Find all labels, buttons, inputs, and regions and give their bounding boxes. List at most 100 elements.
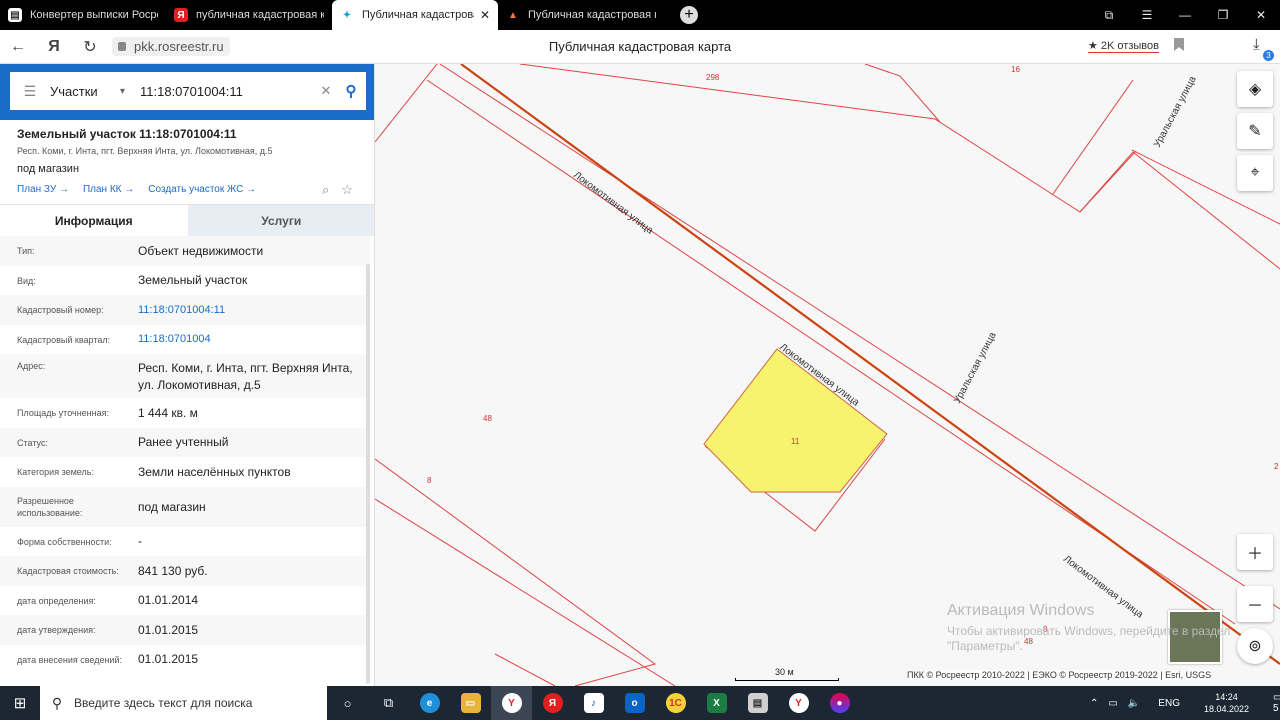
parcel-number: 298 [706, 73, 720, 82]
search-icon[interactable]: ⚲ [336, 82, 366, 100]
table-row: Тип: Объект недвижимости [0, 236, 370, 266]
yandex-logo-icon[interactable]: Я [36, 38, 72, 56]
row-value: 01.01.2014 [138, 593, 199, 607]
object-actions: ⌕ ☆ [322, 182, 353, 198]
star-icon[interactable]: ☆ [341, 182, 353, 198]
layers-icon: ◈ [1248, 81, 1262, 98]
url-text: pkk.rosreestr.ru [134, 39, 224, 54]
tab-pkk[interactable]: ▲ Публичная кадастровая к [498, 0, 664, 30]
notification-count: 5 [1273, 703, 1279, 714]
row-key: Тип: [17, 246, 35, 256]
row-key: Форма собственности: [17, 536, 112, 547]
row-value: под магазин [138, 499, 206, 514]
reload-icon[interactable]: ↻ [72, 37, 108, 57]
tab-yandex[interactable]: Я публичная кадастровая к [166, 0, 332, 30]
tab-converter[interactable]: ▤ Конвертер выписки Росреестр [0, 0, 166, 30]
task-view-icon[interactable]: ⧉ [368, 686, 409, 720]
outlook-icon[interactable]: o [614, 686, 655, 720]
table-row: Форма собственности: - [0, 527, 370, 556]
lock-icon [118, 42, 126, 51]
explorer-icon[interactable]: ▭ [450, 686, 491, 720]
1c-icon[interactable]: 1С [655, 686, 696, 720]
boundary-line [375, 64, 438, 143]
excel-icon[interactable]: X [696, 686, 737, 720]
plan-kk-link[interactable]: План КК → [83, 184, 134, 195]
volume-icon[interactable]: 🔈 [1128, 698, 1140, 709]
create-parcel-link[interactable]: Создать участок ЖС → [148, 184, 256, 195]
map-attribution: ПКК © Росреестр 2010-2022 | ЕЭКО © Росре… [907, 670, 1212, 680]
restore-icon[interactable]: ❐ [1204, 8, 1242, 22]
street-line [460, 64, 1280, 665]
row-value: 01.01.2015 [138, 652, 199, 666]
boundary-line [494, 653, 556, 686]
row-key: Кадастровый квартал: [17, 334, 111, 345]
layers-button[interactable]: ◈ [1237, 71, 1273, 107]
bookmark-icon[interactable] [1174, 38, 1184, 51]
row-value: Ранее учтенный [138, 435, 229, 449]
cadastral-quarter-link[interactable]: 11:18:0701004 [138, 331, 353, 348]
yandex-browser-icon[interactable]: Y [778, 686, 819, 720]
tab-services[interactable]: Услуги [187, 205, 374, 236]
app-icon[interactable]: ♪ [573, 686, 614, 720]
browser-tab-bar: ▤ Конвертер выписки Росреестр Я публична… [0, 0, 1280, 30]
chevron-up-icon[interactable]: ⌃ [1090, 698, 1098, 709]
windows-start-icon[interactable]: ⊞ [0, 694, 40, 712]
close-icon[interactable]: ✕ [480, 8, 490, 22]
download-icon[interactable]: ⤓ [1253, 36, 1260, 53]
address-bar: ← Я ↻ pkk.rosreestr.ru Публичная кадастр… [0, 30, 1280, 64]
back-icon[interactable]: ← [0, 38, 36, 56]
measure-button[interactable]: ✎ [1237, 113, 1273, 149]
minimize-icon[interactable]: — [1166, 8, 1204, 22]
notification-icon[interactable]: ▭ 5 [1273, 692, 1280, 714]
clear-icon[interactable]: ✕ [316, 83, 336, 99]
boundary-line [375, 458, 657, 686]
new-tab-button[interactable]: + [680, 6, 698, 24]
language-indicator[interactable]: ENG [1158, 698, 1180, 709]
table-row: дата внесения сведений: 01.01.2015 [0, 645, 370, 674]
collections-icon[interactable]: ⧉ [1090, 8, 1128, 23]
zoom-in-button[interactable]: ＋ [1237, 534, 1273, 570]
map-area[interactable]: Локомотивная улица Локомотивная улица Ло… [375, 64, 1280, 686]
reviews-link[interactable]: ★ 2K отзывов [1088, 39, 1159, 53]
close-window-icon[interactable]: ✕ [1242, 8, 1280, 22]
panel-scrollbar[interactable] [366, 264, 370, 684]
cortana-icon[interactable]: ○ [327, 686, 368, 720]
object-use: под магазин [17, 163, 80, 175]
clock[interactable]: 14:24 18.04.2022 [1204, 691, 1249, 715]
yandex-browser-icon[interactable]: Y [491, 686, 532, 720]
compass-button[interactable]: ⊚ [1237, 628, 1273, 664]
search-box: ☰ Участки ▾ 11:18:0701004:11 ✕ ⚲ [10, 72, 366, 110]
row-value: - [138, 534, 142, 548]
search-doc-icon[interactable]: ⌕ [322, 182, 329, 198]
tab-information[interactable]: Информация [0, 205, 188, 236]
yandex-icon[interactable]: Я [532, 686, 573, 720]
plus-icon: ＋ [1246, 546, 1263, 563]
plan-zu-link[interactable]: План ЗУ → [17, 184, 69, 195]
row-key: Вид: [17, 275, 36, 286]
search-type-select[interactable]: Участки [50, 84, 120, 99]
scanner-icon[interactable]: ▤ [737, 686, 778, 720]
url-field[interactable]: pkk.rosreestr.ru [112, 37, 230, 56]
chevron-down-icon[interactable]: ▾ [120, 86, 140, 97]
menu-icon[interactable]: ☰ [10, 83, 50, 100]
table-row: Разрешенное использование: под магазин [0, 487, 370, 527]
edge-icon[interactable]: e [409, 686, 450, 720]
paint-icon[interactable]: ● [819, 686, 860, 720]
boundary-line [864, 64, 941, 123]
search-icon: ⚲ [51, 694, 63, 711]
cadastral-number-link[interactable]: 11:18:0701004:11 [138, 302, 353, 319]
search-input[interactable]: 11:18:0701004:11 [140, 84, 316, 99]
menu-icon[interactable]: ☰ [1128, 8, 1166, 22]
parcel-number: 11 [791, 437, 800, 446]
row-key: Адрес: [17, 361, 46, 371]
taskbar-search[interactable]: ⚲ Введите здесь текст для поиска [40, 686, 327, 720]
tab-pkk-active[interactable]: ✦ Публичная кадастровая ✕ [332, 0, 498, 30]
zoom-out-button[interactable]: － [1237, 586, 1273, 622]
taskbar-search-placeholder: Введите здесь текст для поиска [74, 696, 253, 710]
boundary-line [1052, 79, 1134, 195]
locate-button[interactable]: ⌖ [1237, 155, 1273, 191]
scale-bar [735, 678, 839, 681]
network-icon[interactable]: ▭ [1108, 698, 1117, 709]
info-panel: ☰ Участки ▾ 11:18:0701004:11 ✕ ⚲ ‹ Земел… [0, 64, 375, 686]
table-row: Кадастровый квартал: 11:18:0701004 [0, 325, 370, 354]
